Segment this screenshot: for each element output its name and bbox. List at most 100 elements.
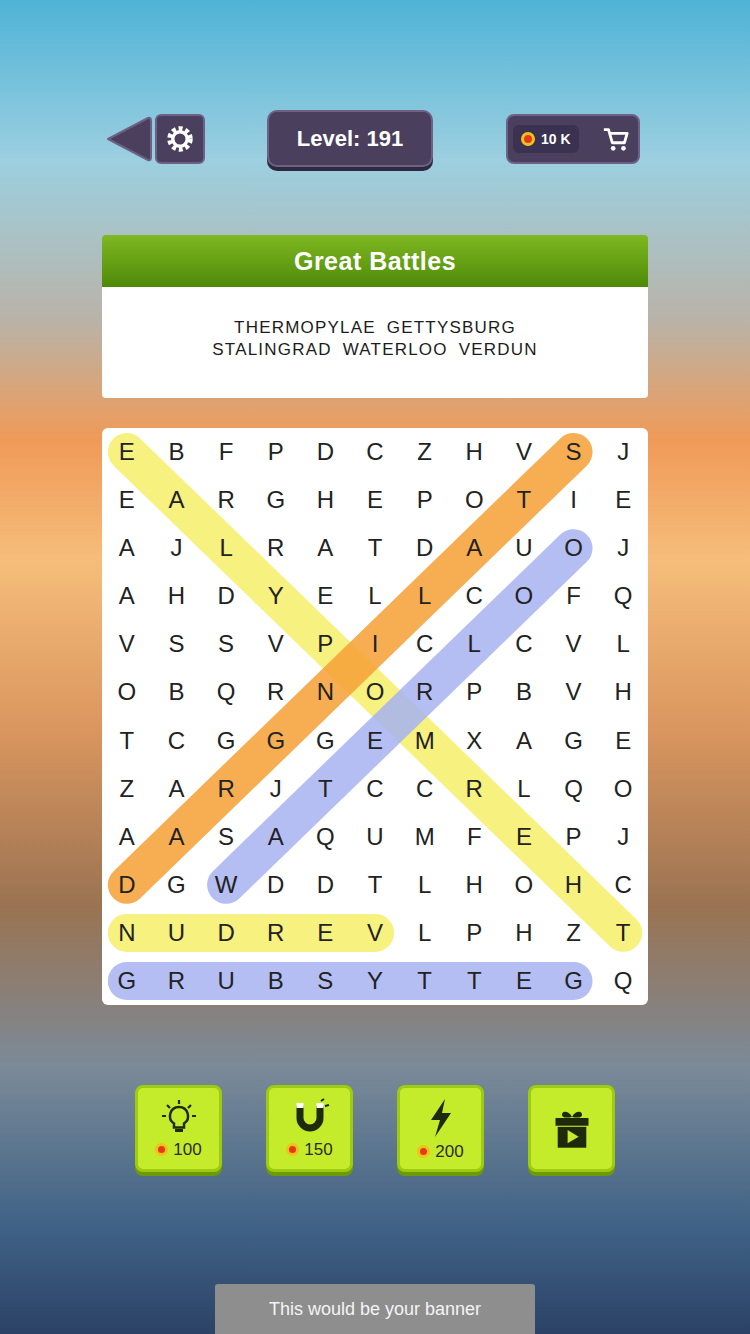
- letter-cell[interactable]: Z: [400, 428, 450, 476]
- letter-cell[interactable]: T: [598, 909, 648, 957]
- letter-cell[interactable]: E: [350, 476, 400, 524]
- letter-cell[interactable]: W: [201, 861, 251, 909]
- letter-cell[interactable]: E: [301, 909, 351, 957]
- letter-cell[interactable]: R: [201, 765, 251, 813]
- letter-cell[interactable]: B: [251, 957, 301, 1005]
- letter-cell[interactable]: D: [251, 861, 301, 909]
- letter-cell[interactable]: P: [400, 476, 450, 524]
- letter-cell[interactable]: G: [152, 861, 202, 909]
- letter-cell[interactable]: J: [598, 524, 648, 572]
- letter-cell[interactable]: Z: [549, 909, 599, 957]
- letter-cell[interactable]: A: [102, 813, 152, 861]
- letter-cell[interactable]: Y: [251, 572, 301, 620]
- letter-cell[interactable]: H: [152, 572, 202, 620]
- letter-cell[interactable]: G: [549, 716, 599, 764]
- letter-cell[interactable]: X: [449, 716, 499, 764]
- letter-cell[interactable]: A: [499, 716, 549, 764]
- letter-cell[interactable]: G: [251, 476, 301, 524]
- letter-cell[interactable]: H: [449, 861, 499, 909]
- letter-cell[interactable]: L: [400, 861, 450, 909]
- letter-cell[interactable]: E: [499, 957, 549, 1005]
- letter-cell[interactable]: V: [549, 668, 599, 716]
- letter-cell[interactable]: A: [152, 813, 202, 861]
- letter-cell[interactable]: P: [449, 668, 499, 716]
- letter-cell[interactable]: U: [201, 957, 251, 1005]
- letter-cell[interactable]: V: [499, 428, 549, 476]
- letter-cell[interactable]: B: [499, 668, 549, 716]
- letter-cell[interactable]: M: [400, 813, 450, 861]
- letter-cell[interactable]: V: [251, 620, 301, 668]
- letter-cell[interactable]: D: [201, 572, 251, 620]
- letter-cell[interactable]: H: [598, 668, 648, 716]
- letter-cell[interactable]: O: [549, 524, 599, 572]
- gift-button[interactable]: [528, 1085, 615, 1172]
- magnet-button[interactable]: 150: [266, 1085, 353, 1172]
- letter-grid[interactable]: EBFPDCZHVSJEARGHEPOTIEAJLRATDAUOJAHDYELL…: [102, 428, 648, 1005]
- letter-cell[interactable]: O: [499, 861, 549, 909]
- letter-cell[interactable]: P: [449, 909, 499, 957]
- letter-cell[interactable]: R: [251, 524, 301, 572]
- letter-cell[interactable]: N: [301, 668, 351, 716]
- letter-cell[interactable]: F: [549, 572, 599, 620]
- letter-cell[interactable]: T: [350, 524, 400, 572]
- letter-cell[interactable]: S: [152, 620, 202, 668]
- letter-cell[interactable]: D: [201, 909, 251, 957]
- letter-cell[interactable]: N: [102, 909, 152, 957]
- letter-cell[interactable]: S: [301, 957, 351, 1005]
- letter-cell[interactable]: G: [251, 716, 301, 764]
- letter-cell[interactable]: R: [251, 668, 301, 716]
- letter-cell[interactable]: C: [449, 572, 499, 620]
- letter-cell[interactable]: D: [301, 861, 351, 909]
- letter-cell[interactable]: L: [350, 572, 400, 620]
- hint-button[interactable]: 100: [135, 1085, 222, 1172]
- letter-cell[interactable]: U: [152, 909, 202, 957]
- letter-cell[interactable]: R: [400, 668, 450, 716]
- letter-cell[interactable]: O: [102, 668, 152, 716]
- letter-cell[interactable]: Q: [201, 668, 251, 716]
- letter-cell[interactable]: C: [400, 765, 450, 813]
- letter-cell[interactable]: Q: [598, 957, 648, 1005]
- letter-cell[interactable]: J: [251, 765, 301, 813]
- letter-cell[interactable]: Q: [301, 813, 351, 861]
- letter-cell[interactable]: Q: [598, 572, 648, 620]
- letter-cell[interactable]: I: [350, 620, 400, 668]
- letter-cell[interactable]: F: [201, 428, 251, 476]
- letter-cell[interactable]: D: [102, 861, 152, 909]
- letter-cell[interactable]: G: [102, 957, 152, 1005]
- letter-cell[interactable]: G: [301, 716, 351, 764]
- letter-cell[interactable]: C: [350, 765, 400, 813]
- letter-cell[interactable]: H: [449, 428, 499, 476]
- letter-cell[interactable]: L: [201, 524, 251, 572]
- letter-cell[interactable]: B: [152, 428, 202, 476]
- letter-cell[interactable]: T: [499, 476, 549, 524]
- letter-cell[interactable]: Y: [350, 957, 400, 1005]
- letter-cell[interactable]: S: [201, 813, 251, 861]
- letter-cell[interactable]: L: [598, 620, 648, 668]
- letter-cell[interactable]: C: [499, 620, 549, 668]
- letter-cell[interactable]: E: [102, 428, 152, 476]
- letter-cell[interactable]: R: [201, 476, 251, 524]
- letter-cell[interactable]: I: [549, 476, 599, 524]
- letter-cell[interactable]: R: [251, 909, 301, 957]
- letter-cell[interactable]: T: [102, 716, 152, 764]
- letter-cell[interactable]: Z: [102, 765, 152, 813]
- letter-cell[interactable]: E: [301, 572, 351, 620]
- letter-cell[interactable]: L: [400, 572, 450, 620]
- letter-cell[interactable]: B: [152, 668, 202, 716]
- letter-cell[interactable]: E: [598, 476, 648, 524]
- coins-shop-button[interactable]: 10 K: [506, 114, 640, 164]
- letter-cell[interactable]: T: [301, 765, 351, 813]
- letter-cell[interactable]: L: [499, 765, 549, 813]
- letter-cell[interactable]: O: [499, 572, 549, 620]
- letter-cell[interactable]: T: [400, 957, 450, 1005]
- letter-cell[interactable]: A: [102, 524, 152, 572]
- letter-cell[interactable]: A: [102, 572, 152, 620]
- letter-cell[interactable]: L: [400, 909, 450, 957]
- letter-cell[interactable]: O: [598, 765, 648, 813]
- letter-cell[interactable]: H: [499, 909, 549, 957]
- letter-cell[interactable]: A: [152, 765, 202, 813]
- letter-cell[interactable]: J: [598, 813, 648, 861]
- letter-cell[interactable]: R: [449, 765, 499, 813]
- settings-button[interactable]: [155, 114, 205, 164]
- letter-cell[interactable]: T: [449, 957, 499, 1005]
